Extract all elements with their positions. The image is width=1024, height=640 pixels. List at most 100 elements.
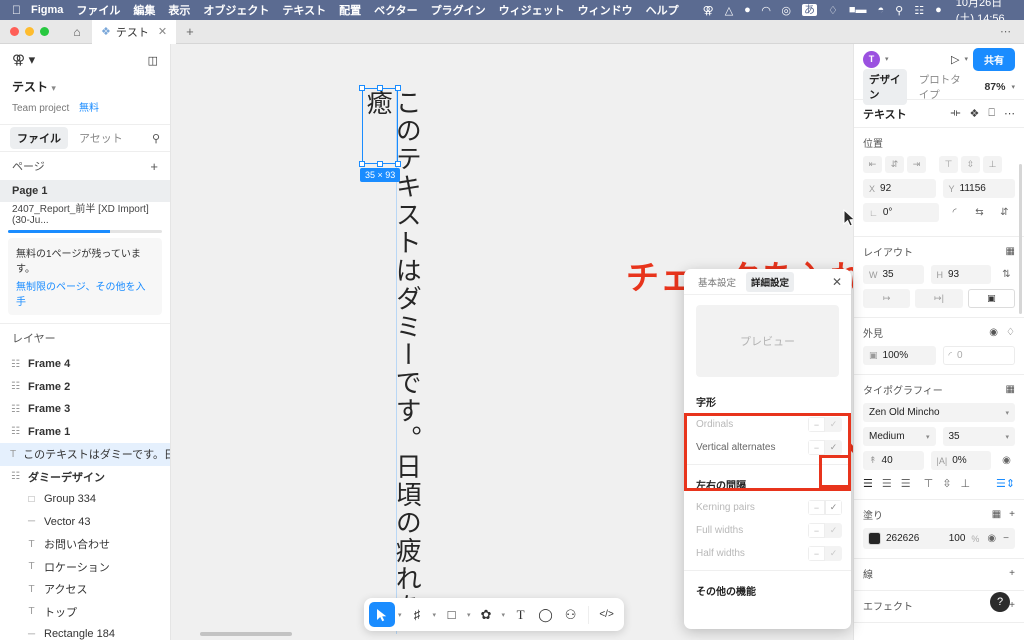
add-page-icon[interactable]: +: [150, 159, 158, 174]
utensils-icon[interactable]: ◜◝: [762, 4, 771, 17]
letter-spacing-input[interactable]: |A| 0%: [930, 451, 991, 470]
bottom-toolbar[interactable]: ▾ ♯ ▾ □ ▾ ✿ ▾ T ◯ ⚇ </>: [364, 598, 625, 631]
page-item-1[interactable]: Page 1: [0, 180, 170, 202]
apple-icon[interactable]: : [12, 3, 21, 17]
feature-toggle[interactable]: − ✓: [808, 523, 842, 538]
avatar[interactable]: T: [863, 50, 880, 68]
spotlight-search-icon[interactable]: ⚲: [895, 4, 903, 17]
layer-row[interactable]: T トップ: [0, 601, 170, 624]
link-icon[interactable]: ⟛: [951, 107, 961, 120]
menu-item-object[interactable]: オブジェクト: [203, 2, 269, 18]
resize-handle-top-center[interactable]: [377, 85, 383, 91]
feature-toggle[interactable]: − ✓: [808, 546, 842, 561]
layer-row-selected[interactable]: T このテキストはダミーです。日頃の...: [0, 443, 170, 466]
play-icon[interactable]: ▷: [951, 53, 959, 66]
layer-row[interactable]: ☷ Frame 1: [0, 421, 170, 444]
drive-icon[interactable]: △: [725, 4, 733, 17]
rectangle-tool-chevron-icon[interactable]: ▾: [464, 611, 474, 619]
file-tab-test[interactable]: ❖ テスト ✕: [92, 19, 177, 44]
search-icon[interactable]: ⚲: [152, 132, 160, 145]
width-input[interactable]: W 35: [863, 265, 924, 284]
page-item-2[interactable]: 2407_Report_前半 [XD Import] (30-Ju...: [0, 202, 170, 226]
chevron-down-icon[interactable]: ▾: [1011, 83, 1015, 91]
selection-bounding-box[interactable]: [359, 85, 401, 167]
bluetooth-icon[interactable]: ♢: [828, 4, 838, 17]
corner-radius-icon[interactable]: ◜: [946, 207, 963, 218]
new-tab-icon[interactable]: +: [176, 24, 204, 39]
eye-icon[interactable]: ◉: [989, 327, 998, 338]
fixed-width-icon[interactable]: ↦|: [915, 289, 963, 308]
rotation-input[interactable]: ∟ 0°: [863, 203, 939, 222]
layout-grid-icon[interactable]: ▦: [1006, 246, 1015, 257]
fill-hex-value[interactable]: 262626: [886, 533, 943, 544]
align-left-icon[interactable]: ⇤: [863, 156, 882, 173]
menu-app-name[interactable]: Figma: [31, 4, 63, 16]
line-height-input[interactable]: ↟ 40: [863, 451, 924, 470]
zoom-level-label[interactable]: 87%: [984, 81, 1005, 93]
text-middle-icon[interactable]: ⇳: [942, 477, 951, 490]
hug-contents-icon[interactable]: ↦: [863, 289, 911, 308]
upsell-link[interactable]: 無制限のページ、その他を入手: [16, 278, 154, 308]
text-bottom-icon[interactable]: ⊥: [960, 477, 970, 490]
feature-off-button[interactable]: −: [808, 546, 825, 561]
resize-handle-top-left[interactable]: [359, 85, 365, 91]
text-top-icon[interactable]: ⊤: [924, 477, 934, 490]
dialog-tab-advanced[interactable]: 詳細設定: [746, 271, 795, 292]
feature-on-button[interactable]: ✓: [825, 523, 842, 538]
fill-row[interactable]: 262626 100 % ◉ −: [863, 528, 1015, 549]
corner-radius-input[interactable]: ◜ 0: [942, 346, 1015, 365]
layer-row[interactable]: ☷ Frame 3: [0, 398, 170, 421]
minus-icon[interactable]: −: [1003, 533, 1009, 544]
dialog-tab-basic[interactable]: 基本設定: [693, 272, 741, 292]
text-tool-icon[interactable]: T: [508, 602, 533, 627]
project-name[interactable]: テスト ▾: [12, 78, 158, 95]
menu-item-text[interactable]: テキスト: [282, 2, 326, 18]
feature-toggle[interactable]: − ✓: [808, 500, 842, 515]
more-horizontal-icon[interactable]: ⋯: [1000, 25, 1024, 38]
fill-color-swatch[interactable]: [869, 533, 880, 544]
resize-handle-bottom-right[interactable]: [395, 161, 401, 167]
close-icon[interactable]: ✕: [832, 275, 842, 289]
code-toggle-icon[interactable]: </>: [594, 602, 619, 627]
pen-tool-icon[interactable]: ✿: [474, 602, 499, 627]
help-button[interactable]: ?: [990, 592, 1010, 612]
menu-item-widgets[interactable]: ウィジェット: [499, 2, 565, 18]
type-settings-icon[interactable]: ☰⇕: [996, 477, 1015, 490]
tab-assets[interactable]: アセット: [72, 127, 130, 149]
tab-files[interactable]: ファイル: [10, 127, 68, 149]
feature-row-kerning-pairs[interactable]: Kerning pairs − ✓: [684, 496, 851, 519]
plus-icon[interactable]: +: [1009, 568, 1015, 579]
menu-item-view[interactable]: 表示: [168, 2, 190, 18]
layers-list[interactable]: ☷ Frame 4 ☷ Frame 2 ☷ Frame 3 ☷ Frame 1 T このテ…: [0, 351, 170, 640]
flip-horizontal-icon[interactable]: ⇆: [971, 207, 988, 218]
feature-row-half-widths[interactable]: Half widths − ✓: [684, 542, 851, 565]
align-center-h-icon[interactable]: ⇵: [885, 156, 904, 173]
text-styles-icon[interactable]: ▦: [1006, 384, 1015, 395]
constrain-proportions-icon[interactable]: ⇅: [998, 269, 1015, 280]
plus-icon[interactable]: +: [1009, 509, 1015, 520]
component-icon[interactable]: ❖: [970, 107, 980, 120]
layer-row[interactable]: ☷ Frame 2: [0, 376, 170, 399]
align-top-icon[interactable]: ⊤: [939, 156, 958, 173]
record-icon[interactable]: ◎: [781, 4, 791, 17]
menu-item-plugins[interactable]: プラグイン: [431, 2, 486, 18]
menu-item-window[interactable]: ウィンドウ: [578, 2, 633, 18]
feature-row-full-widths[interactable]: Full widths − ✓: [684, 519, 851, 542]
layer-row[interactable]: ☷ ダミーデザイン: [0, 466, 170, 489]
comment-tool-icon[interactable]: ⚇: [558, 602, 583, 627]
frame-tool-icon[interactable]: ♯: [405, 602, 430, 627]
frame-selection-icon[interactable]: ⎕: [988, 107, 995, 120]
menu-item-vector[interactable]: ベクター: [374, 2, 418, 18]
battery-icon[interactable]: ■▬: [849, 4, 867, 16]
layer-row[interactable]: T お問い合わせ: [0, 533, 170, 556]
more-horizontal-icon[interactable]: ⋯: [1004, 107, 1015, 120]
menu-item-help[interactable]: ヘルプ: [646, 2, 679, 18]
fill-opacity-value[interactable]: 100: [949, 533, 966, 544]
resize-handle-top-right[interactable]: [395, 85, 401, 91]
blend-mode-icon[interactable]: ♢: [1006, 327, 1015, 338]
flip-vertical-icon[interactable]: ⇵: [996, 207, 1013, 218]
menu-item-edit[interactable]: 編集: [133, 2, 155, 18]
chevron-down-icon[interactable]: ▾: [964, 55, 968, 63]
canvas-horizontal-scrollbar[interactable]: [200, 632, 292, 636]
frame-tool-chevron-icon[interactable]: ▾: [430, 611, 440, 619]
